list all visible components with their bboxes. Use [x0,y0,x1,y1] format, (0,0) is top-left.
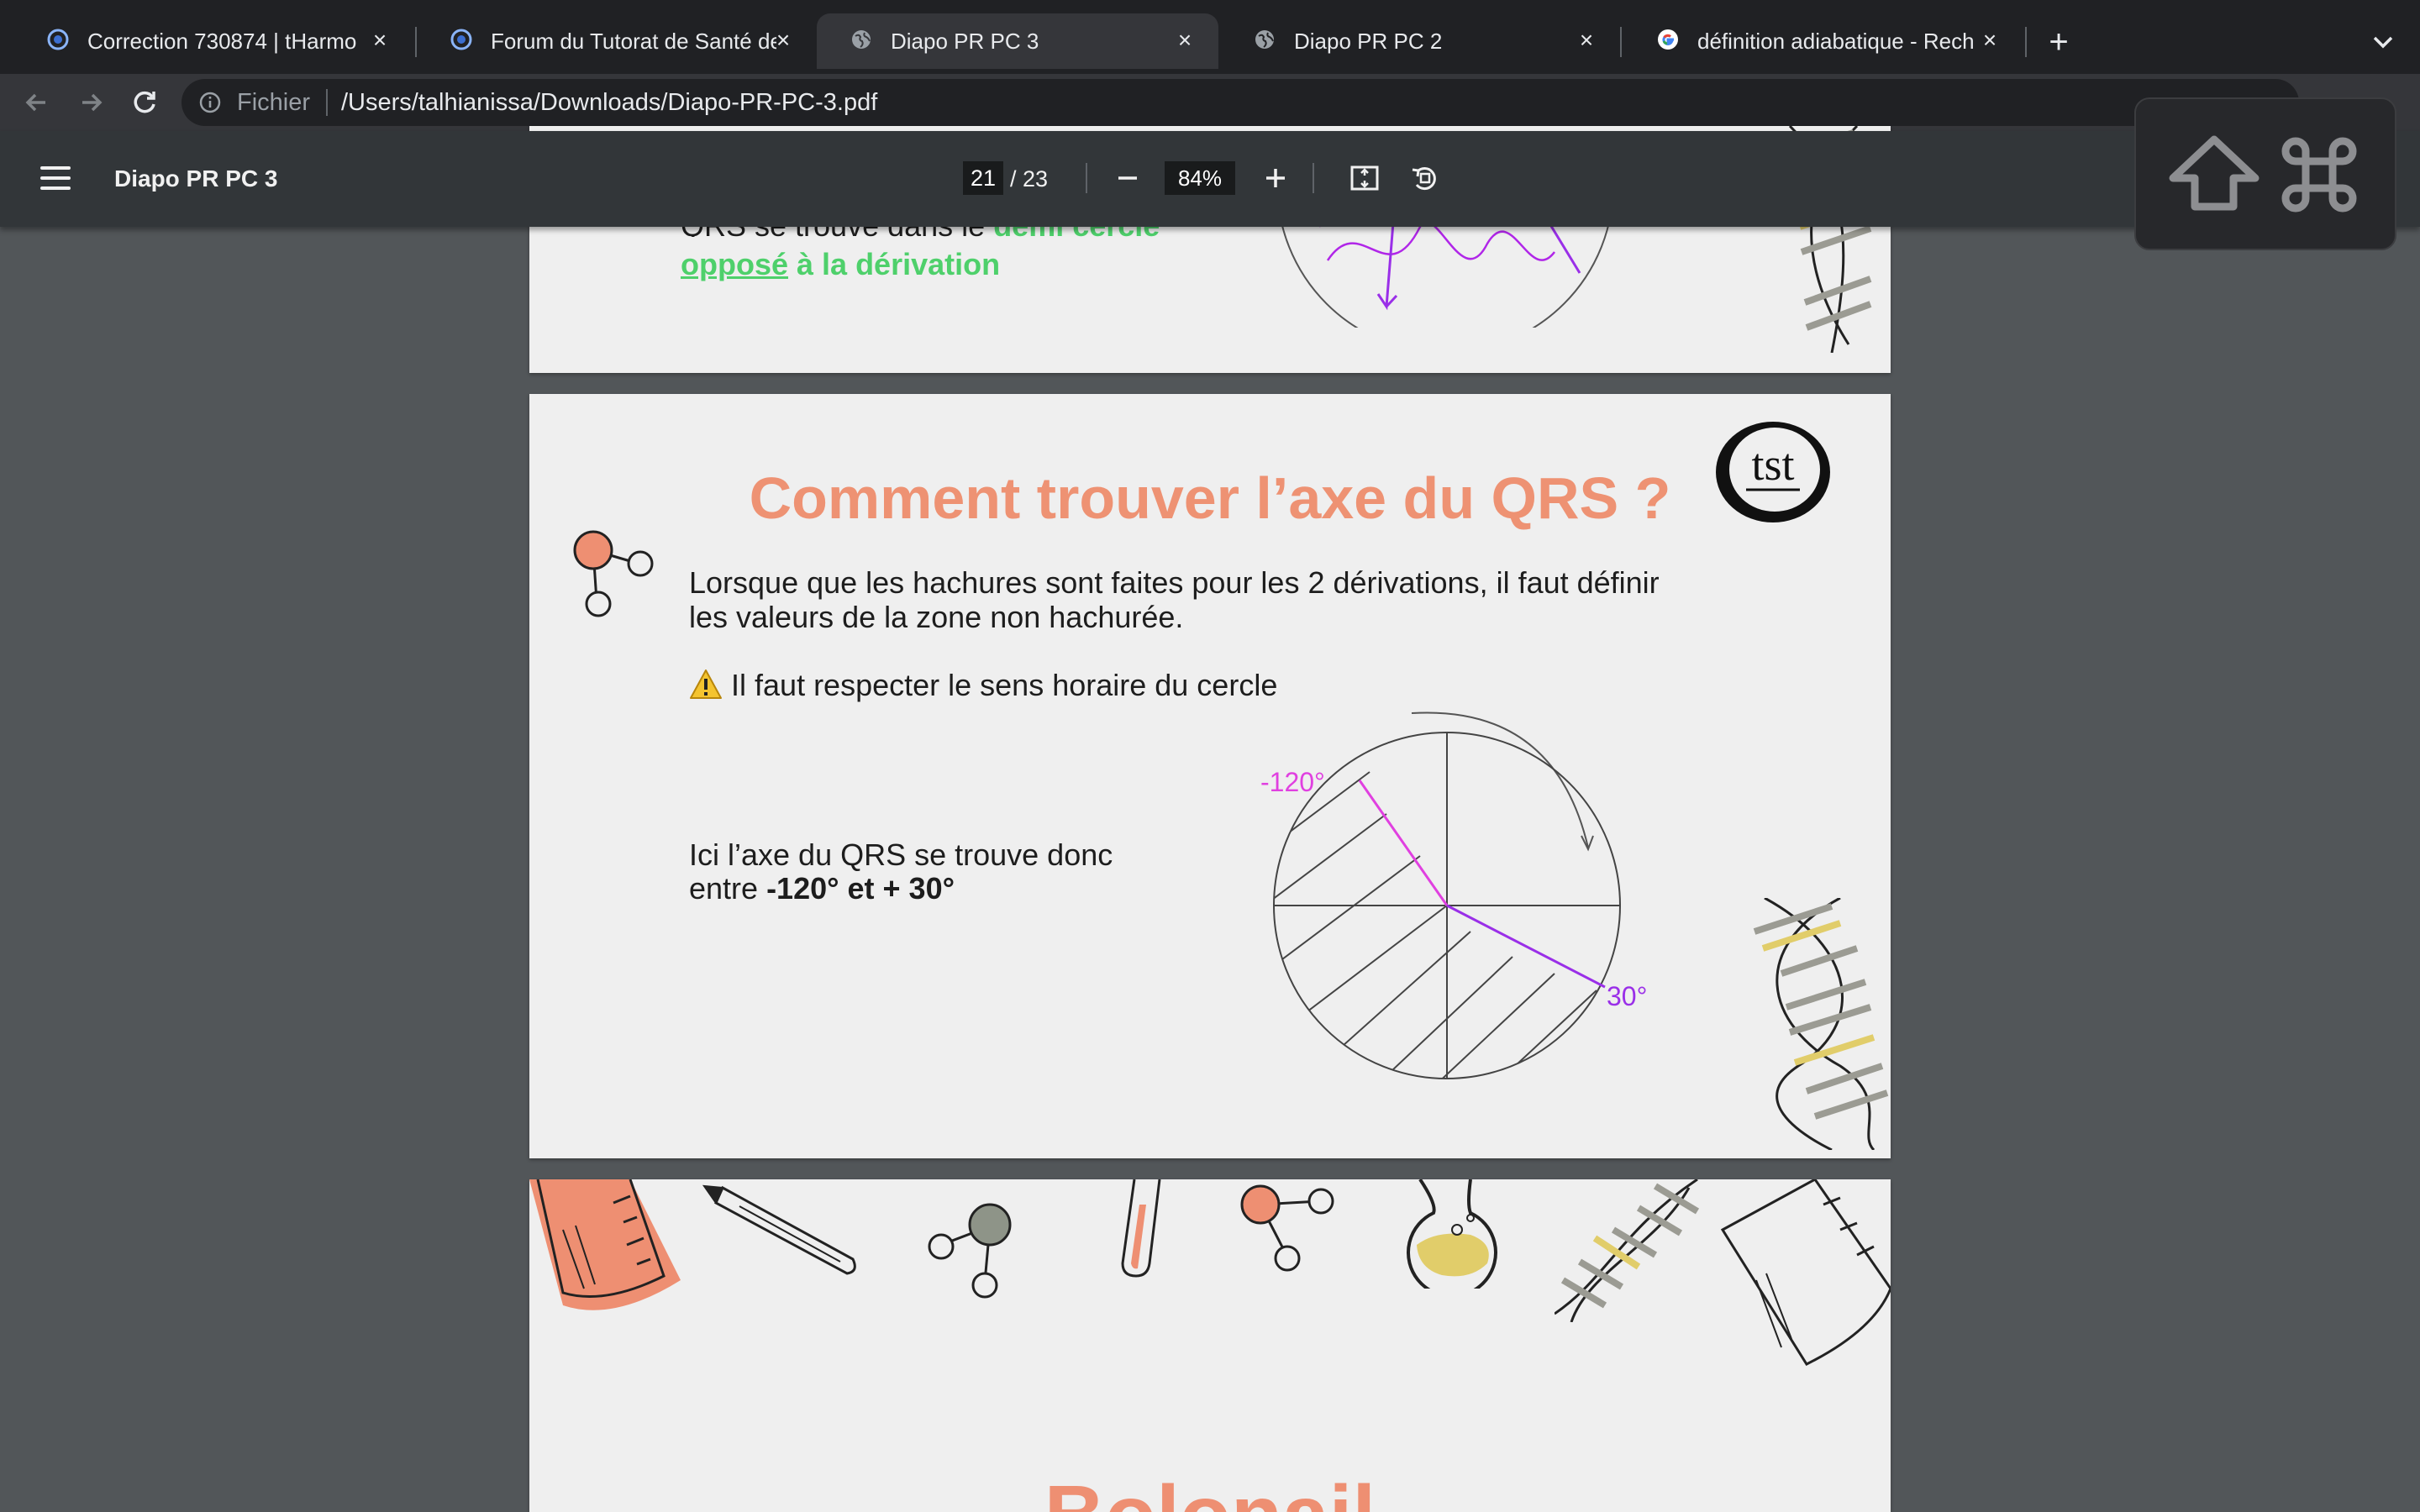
shift-icon [2169,135,2260,211]
tst-logo: tst [1716,422,1830,522]
axis-line2: entre -120° et + 30° [689,871,955,906]
tab-title: Diapo PR PC 2 [1294,29,1443,54]
prev-line2: opposé à la dérivation [681,247,1000,282]
warning-line: Il faut respecter le sens horaire du cer… [689,668,1277,703]
close-tab-icon[interactable]: × [1975,25,2005,55]
keyboard-shortcut-overlay [2134,97,2396,250]
rotate-counterclockwise-icon[interactable] [1407,160,1444,197]
prev-line2-text: à la dérivation [788,247,1001,281]
tab-diapo-pr-pc-3[interactable]: Diapo PR PC 3 × [817,13,1218,69]
flask-icon [1407,1179,1497,1289]
label-minus-120: -120° [1260,767,1325,797]
tab-correction[interactable]: Correction 730874 | tHarmo × [13,13,413,69]
dna-icon [1753,898,1889,1150]
tab-title: Correction 730874 | tHarmo [87,29,357,54]
toolbar-divider [1086,163,1087,193]
next-slide-title: Bolonail [529,1465,1891,1512]
close-tab-icon[interactable]: × [365,25,395,55]
pencil-icon [702,1184,856,1275]
forward-arrow-icon[interactable] [72,84,109,121]
document-title: Diapo PR PC 3 [114,165,278,192]
close-tab-icon[interactable]: × [1170,25,1200,55]
prev-line2-underlined: opposé [681,247,789,281]
page-number-input[interactable]: 21 [963,161,1003,195]
browser-toolbar: Fichier /Users/talhianissa/Downloads/Dia… [0,74,2420,131]
back-arrow-icon[interactable] [18,84,55,121]
new-tab-button[interactable]: + [2040,24,2077,60]
axis-range-bold: -120° et + 30° [766,871,955,906]
molecule-icon [573,530,654,617]
logo-text: tst [1751,439,1794,490]
chevron-down-icon[interactable] [2366,25,2400,59]
pdf-page-next: Bolonail [529,1179,1891,1512]
tab-title: Diapo PR PC 3 [891,29,1039,54]
axis-line1: Ici l’axe du QRS se trouve donc [689,837,1113,872]
command-icon [2281,137,2357,213]
reload-icon[interactable] [126,84,163,121]
para1-line2: les valeurs de la zone non hachurée. [689,600,1184,634]
para1-line1: Lorsque que les hachures sont faites pou… [689,565,1660,600]
beaker-icon [529,1179,681,1310]
tab-title: Forum du Tutorat de Santé de T [491,29,776,54]
zoom-out-icon[interactable] [1111,161,1144,195]
zoom-level-input[interactable]: 84% [1165,161,1235,195]
tab-forum[interactable]: Forum du Tutorat de Santé de T × [417,13,817,69]
fit-to-page-icon[interactable] [1348,161,1381,195]
page-total: / 23 [1010,166,1049,192]
hamburger-menu-icon[interactable] [40,165,74,192]
warning-text: Il faut respecter le sens horaire du cer… [731,668,1278,702]
zoom-in-icon[interactable] [1259,161,1292,195]
info-icon[interactable] [198,91,222,114]
scheme-label: Fichier [237,89,311,116]
tab-divider [1620,27,1622,57]
axis-line2-text: entre [689,871,767,906]
tab-title: définition adiabatique - Recher [1697,29,1975,54]
qrs-axis-circle-diagram: -120° 30° [1260,711,1647,1079]
beaker-icon [1720,1179,1891,1366]
warning-icon [690,669,722,699]
url-text[interactable]: /Users/talhianissa/Downloads/Diapo-PR-PC… [341,90,877,115]
omnibox-divider [326,89,328,116]
dna-icon [1555,1179,1700,1322]
globe-icon [852,30,871,49]
label-30: 30° [1607,981,1647,1011]
tab-divider [2025,27,2027,57]
close-tab-icon[interactable]: × [1571,25,1602,55]
tharmo-icon [47,29,69,50]
tab-strip: Correction 730874 | tHarmo × Forum du Tu… [0,0,2420,74]
test-tube-icon [1121,1179,1161,1278]
google-icon [1658,29,1678,50]
toolbar-divider [1313,163,1314,193]
molecule-icon [928,1203,1012,1299]
molecule-icon [1240,1184,1334,1272]
globe-icon [1255,30,1274,49]
address-bar[interactable]: Fichier /Users/talhianissa/Downloads/Dia… [182,79,2299,126]
pdf-toolbar: Diapo PR PC 3 21 / 23 84% [0,131,2420,227]
pdf-page-current: Comment trouver l’axe du QRS ? tst Lorsq… [529,394,1891,1158]
tab-google-search[interactable]: définition adiabatique - Recher × [1623,13,2023,69]
tharmo-icon [450,29,472,50]
slide-title: Comment trouver l’axe du QRS ? [749,465,1671,531]
tab-diapo-pr-pc-2[interactable]: Diapo PR PC 2 × [1220,13,1620,69]
close-tab-icon[interactable]: × [768,25,798,55]
